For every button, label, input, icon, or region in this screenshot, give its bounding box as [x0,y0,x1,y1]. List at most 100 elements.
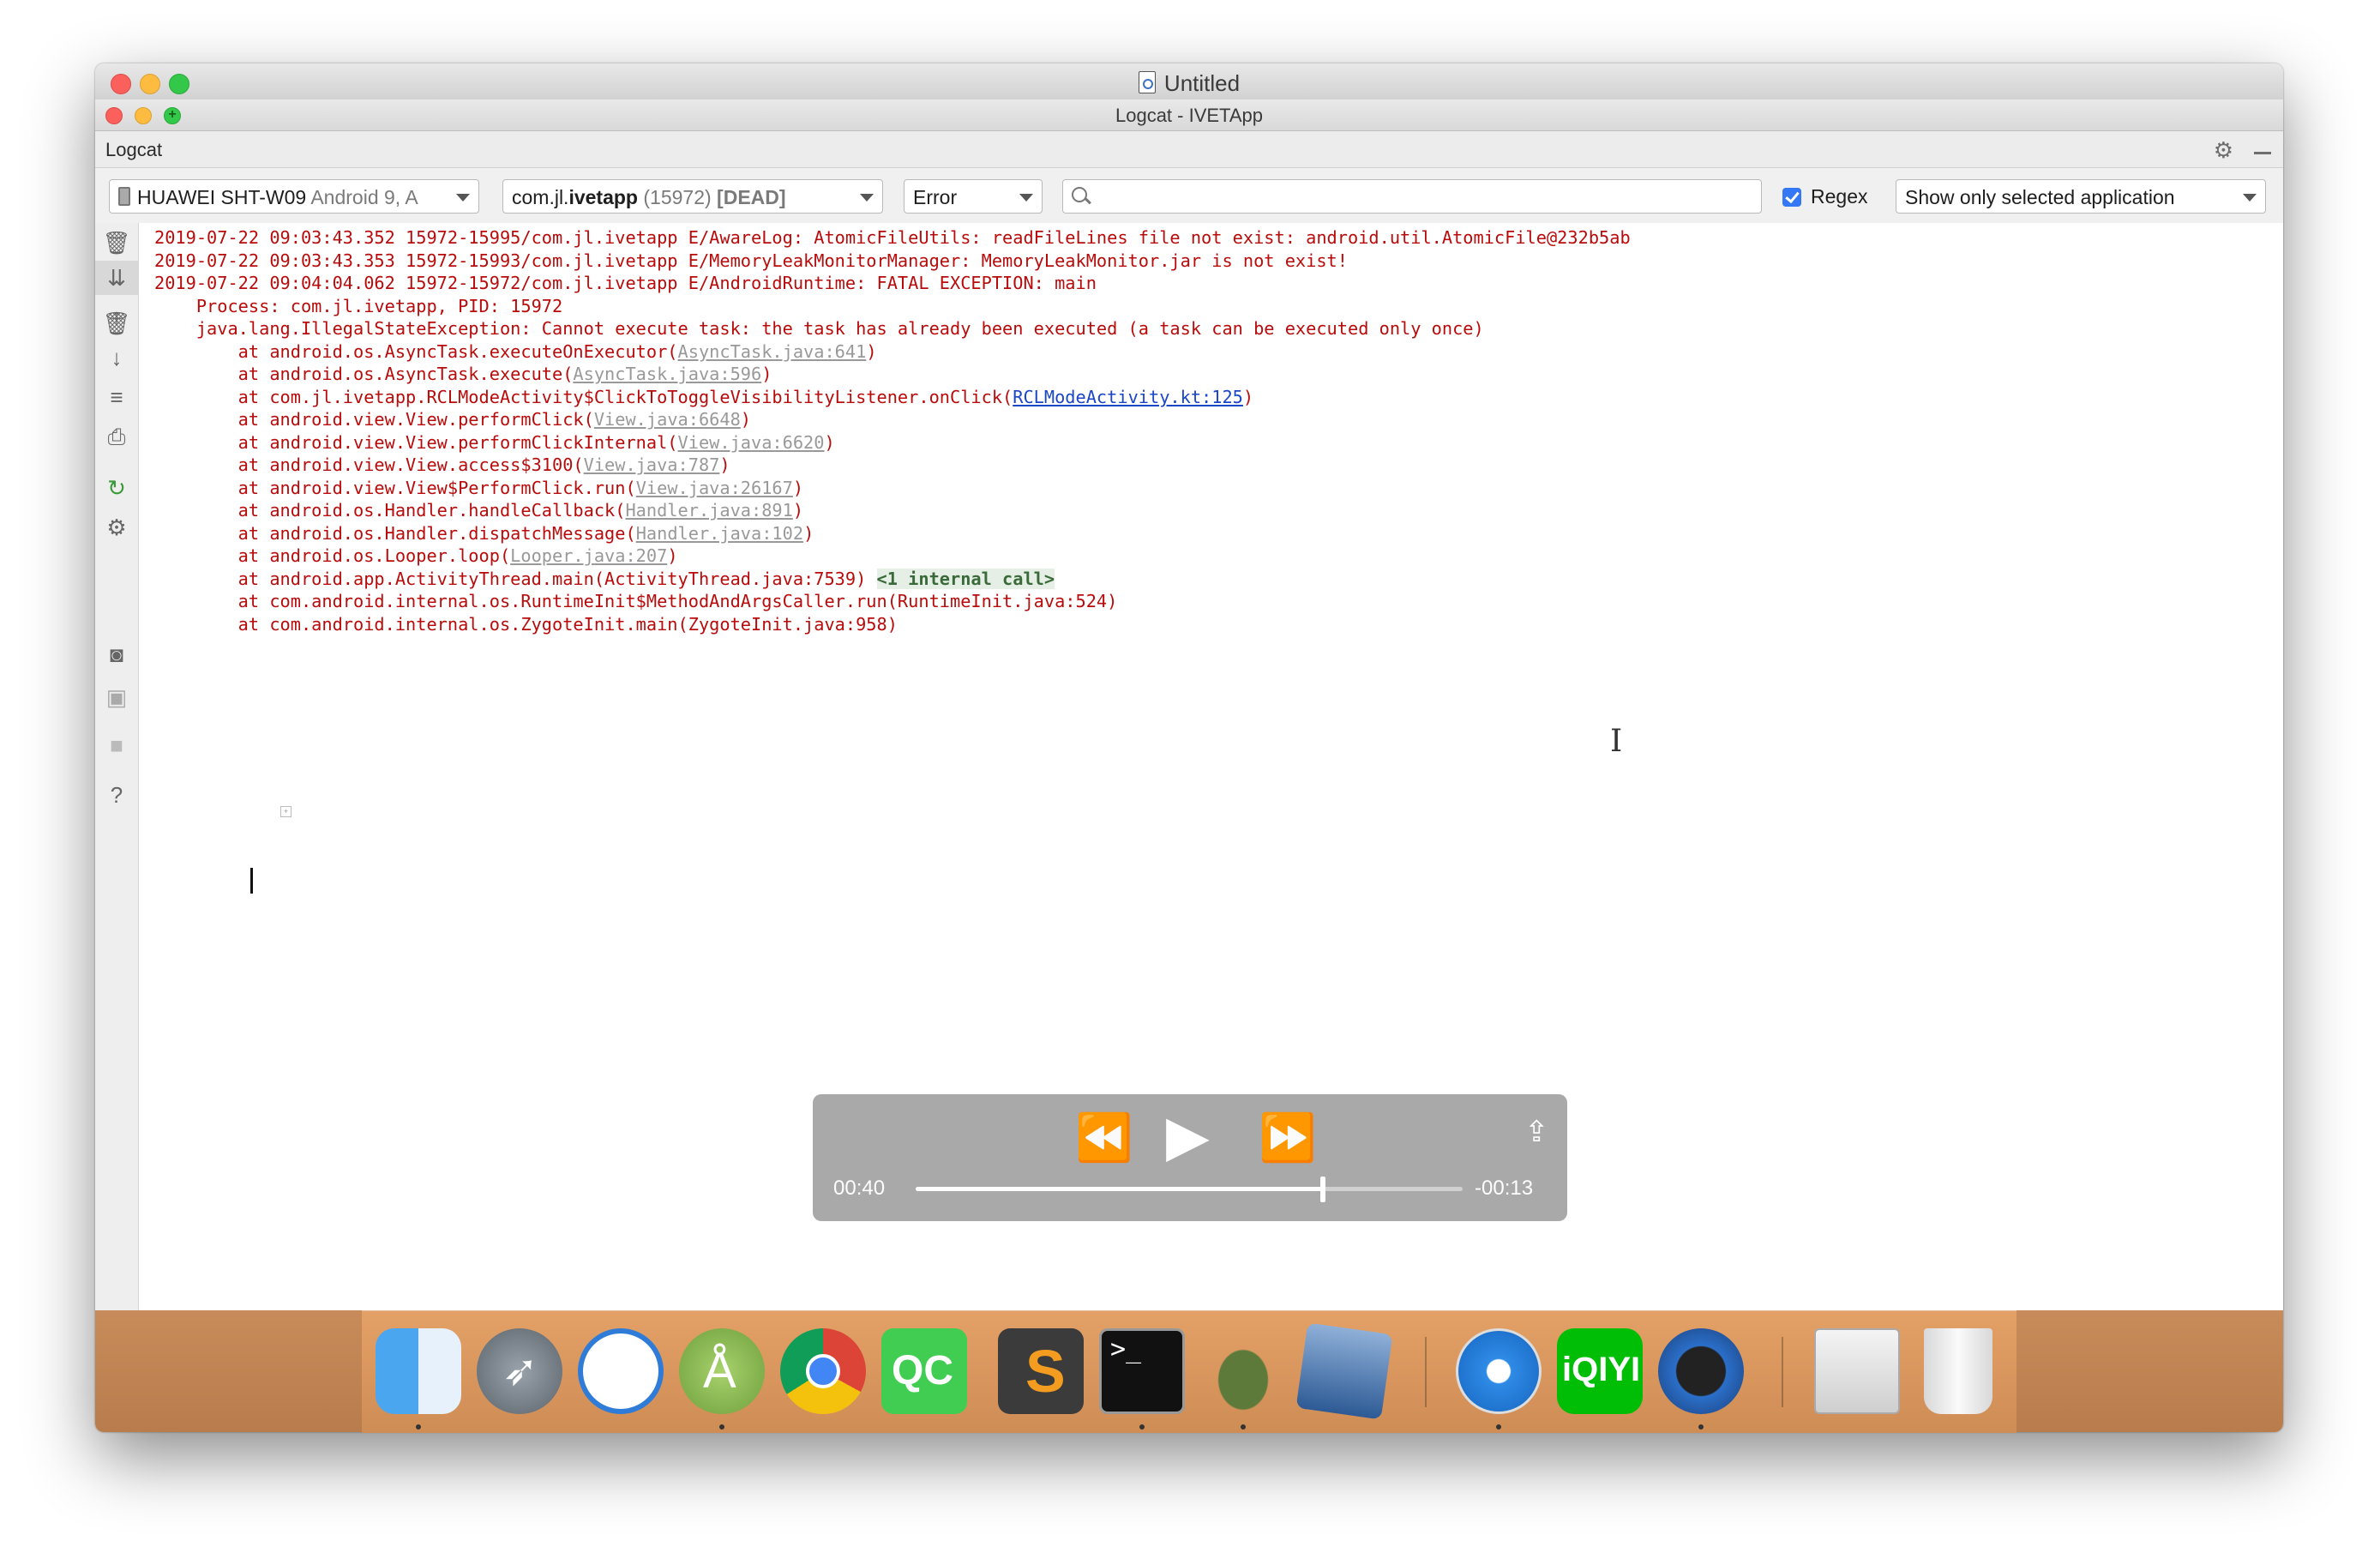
print-icon[interactable]: ⎙ [95,425,138,448]
iqiyi-icon[interactable]: iQIYI [1557,1328,1643,1414]
log-line-text: at android.view.View.access$3100( [154,454,584,475]
log-line-text: at com.jl.ivetapp.RCLModeActivity$ClickT… [154,386,1013,407]
log-line-text: 2019-07-22 09:03:43.352 15972-15995/com.… [154,227,1631,248]
log-line-text: at android.os.AsyncTask.execute( [154,364,574,384]
progress-knob[interactable] [1320,1177,1326,1202]
safari-icon[interactable] [1456,1328,1542,1414]
hide-panel-icon[interactable] [2254,152,2271,154]
log-line-text: 2019-07-22 09:04:04.062 15972-15972/com.… [154,273,1097,293]
log-line-suffix: ) [1242,386,1254,407]
process-pid: (15972) [643,186,712,208]
log-line-text: java.lang.IllegalStateException: Cannot … [154,318,1484,339]
process-select[interactable]: com.jl.ivetapp (15972) [DEAD] [502,179,883,214]
launchpad-icon[interactable]: ➶ [477,1328,562,1414]
log-text[interactable]: 2019-07-22 09:03:43.352 15972-15995/com.… [154,226,1631,635]
phone-icon [118,187,130,206]
scroll-to-end-icon[interactable]: ⇊ [95,261,138,295]
log-line: at android.os.AsyncTask.execute(AsyncTas… [154,364,772,384]
log-line-suffix: ) [667,545,678,566]
log-line-text: at android.os.Handler.dispatchMessage( [154,522,636,544]
log-level-select[interactable]: Error [904,179,1043,214]
log-level-value: Error [913,186,958,208]
documents-stack-icon[interactable] [1814,1328,1900,1414]
internal-call-fold[interactable]: <1 internal call> [876,568,1055,589]
help-icon[interactable]: ? [95,784,138,806]
log-line-text: at com.android.internal.os.RuntimeInit$M… [154,591,1118,611]
source-link[interactable]: RCLModeActivity.kt:125 [1013,387,1243,407]
source-link[interactable]: Looper.java:207 [510,545,667,566]
gear-icon[interactable]: ⚙ [2214,139,2233,161]
down-arrow-icon[interactable]: ↓ [95,346,138,369]
turtle-app-icon[interactable] [1200,1328,1286,1414]
filter-value: Show only selected application [1905,186,2175,208]
virtualbox-icon[interactable] [1295,1322,1393,1420]
device-name: HUAWEI SHT-W09 [137,186,307,208]
log-line-suffix: ) [719,454,730,475]
source-link[interactable]: View.java:26167 [636,478,793,498]
terminal-icon[interactable]: >_ [1099,1328,1185,1414]
progress-fill [916,1187,1324,1191]
log-line: at android.os.Handler.handleCallback(Han… [154,500,803,521]
screen-record-icon[interactable]: ▣ [95,686,138,708]
android-studio-icon[interactable]: Å [679,1328,765,1414]
settings-icon[interactable]: ⚙ [95,516,138,539]
log-line: 2019-07-22 09:03:43.353 15972-15993/com.… [154,250,1348,271]
log-output-area[interactable]: 2019-07-22 09:03:43.352 15972-15995/com.… [139,223,2283,1432]
log-line-suffix: ) [761,364,772,384]
trash-icon-top[interactable]: 🗑 [95,232,138,254]
chevron-down-icon [860,194,874,202]
quicktime-icon[interactable] [1658,1328,1744,1414]
progress-track[interactable] [916,1177,1463,1202]
log-line-suffix: ) [792,477,804,498]
qt-creator-label: QC [892,1348,953,1393]
device-select[interactable]: HUAWEI SHT-W09 Android 9, A [109,179,479,214]
log-line: Process: com.jl.ivetapp, PID: 15972 [154,296,562,316]
finder-icon[interactable] [376,1328,461,1414]
filter-select[interactable]: Show only selected application [1896,179,2266,214]
log-line-text: at android.os.Handler.handleCallback( [154,500,626,521]
logcat-sidebar: 🗑 🗑 ⇊ ↑ ↓ ≡ ⎙ ↻ ⚙ ◙ ▣ ■ ? [95,223,139,1432]
play-icon[interactable]: ▶ [1166,1103,1210,1169]
log-line-text: at android.view.View.performClick( [154,409,594,430]
source-link[interactable]: View.java:787 [584,454,720,475]
iqiyi-label: iQIYI [1562,1351,1641,1388]
source-link[interactable]: AsyncTask.java:596 [573,364,761,384]
running-indicator [416,1424,421,1430]
mail-icon[interactable] [578,1328,664,1414]
soft-wrap-icon[interactable]: ≡ [95,386,138,408]
dock-separator [1782,1337,1783,1407]
share-icon[interactable]: ⇪ [1524,1115,1549,1149]
rewind-icon[interactable]: ⏪ [1075,1111,1133,1165]
dock: ➶ Å QC S >_ iQIYI [362,1310,2016,1433]
source-link[interactable]: Handler.java:891 [625,500,792,521]
log-line: at android.view.View$PerformClick.run(Vi… [154,478,803,498]
log-line-suffix: ) [740,409,752,430]
source-link[interactable]: Handler.java:102 [636,523,803,544]
restart-icon[interactable]: ↻ [95,477,138,499]
inner-window-title: Logcat - IVETApp [1115,105,1263,126]
log-line: at android.view.View.performClick(View.j… [154,409,751,430]
fast-forward-icon[interactable]: ⏩ [1259,1111,1316,1165]
log-line-text: at android.view.View.performClickInterna… [154,431,678,453]
source-link[interactable]: View.java:6648 [594,409,741,430]
process-state: [DEAD] [717,186,786,208]
fold-marker-icon[interactable]: + [280,806,291,817]
sublime-text-icon[interactable]: S [998,1328,1084,1414]
chrome-icon[interactable] [780,1328,866,1414]
source-link[interactable]: View.java:6620 [678,432,825,453]
source-link[interactable]: AsyncTask.java:641 [678,341,867,362]
log-line: at com.android.internal.os.RuntimeInit$M… [154,591,1118,611]
panel-header: Logcat ⚙ [95,131,2283,168]
window-title: Untitled [95,70,2283,97]
ibeam-cursor-icon: I [1610,724,1623,759]
search-field[interactable] [1062,179,1762,214]
search-input[interactable] [1104,184,1742,211]
stop-icon[interactable]: ■ [95,734,138,756]
running-indicator [1496,1424,1501,1430]
qt-creator-icon[interactable]: QC [881,1328,967,1414]
trash-can-icon[interactable] [1924,1328,1992,1414]
regex-checkbox[interactable] [1782,188,1801,207]
screenshot-icon[interactable]: ◙ [95,643,138,665]
up-arrow-icon[interactable]: ↑ [95,305,138,328]
log-line-text: 2019-07-22 09:03:43.353 15972-15993/com.… [154,250,1348,271]
